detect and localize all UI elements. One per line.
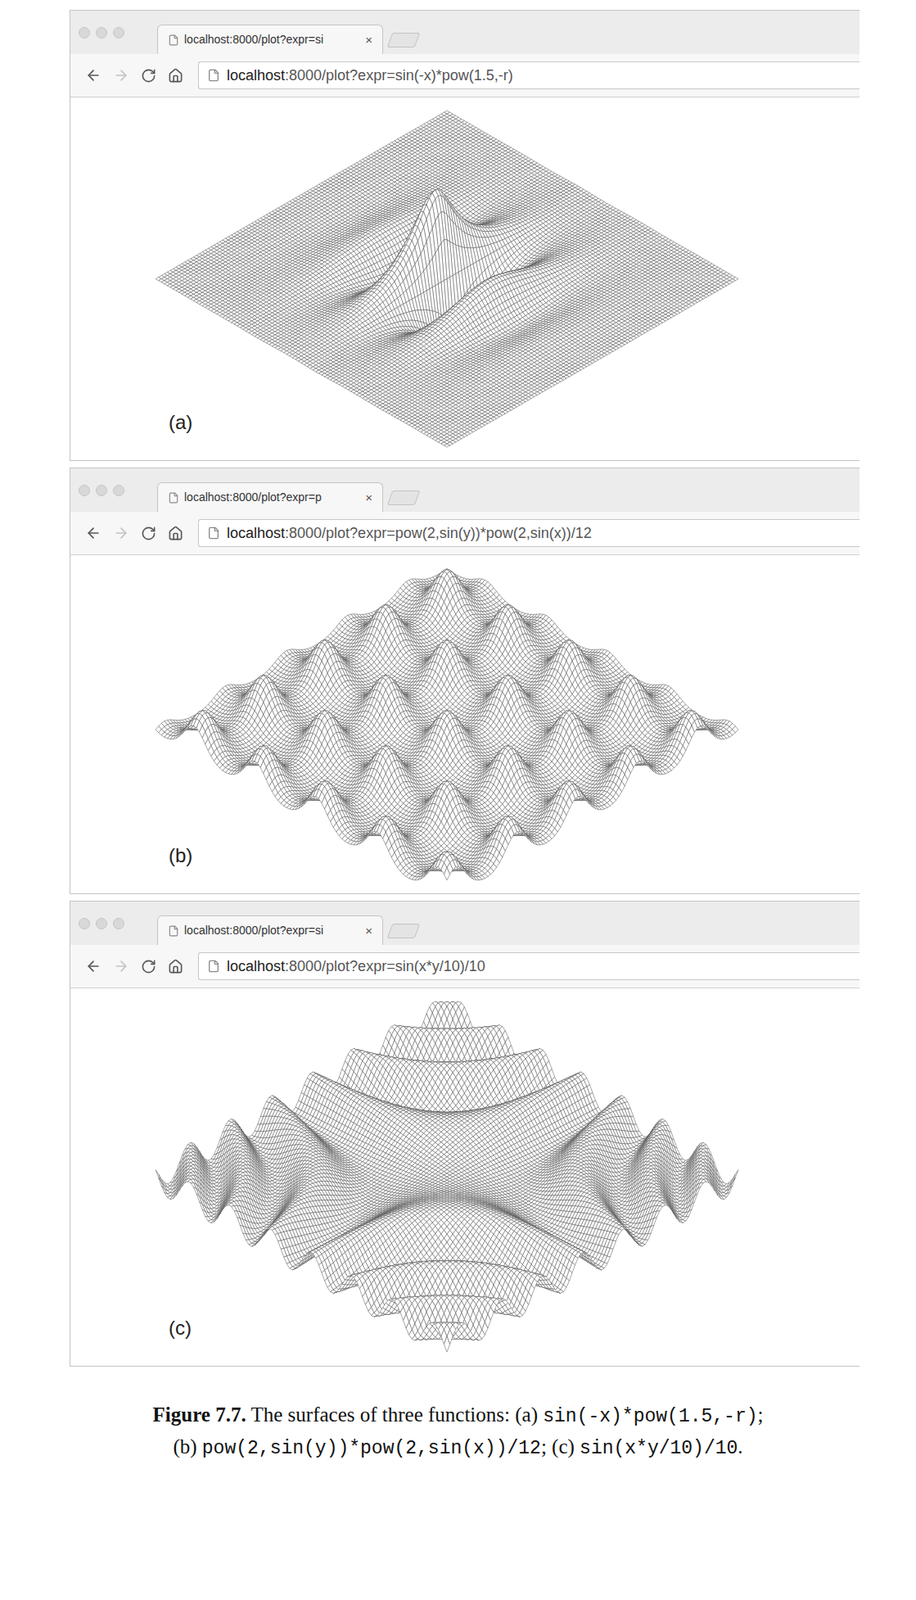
tab-close[interactable]: × [365, 33, 373, 46]
toolbar: localhost:8000/plot?expr=sin(-x)*pow(1.5… [70, 54, 860, 98]
figure-page: localhost:8000/plot?expr=si×localhost:80… [0, 0, 916, 1600]
forward-icon[interactable] [112, 67, 130, 84]
tab-title: localhost:8000/plot?expr=si [184, 31, 361, 49]
screenshots: localhost:8000/plot?expr=si×localhost:80… [69, 9, 860, 1367]
address-host: localhost [226, 67, 285, 84]
page-content: (a) [70, 97, 860, 461]
page-icon [207, 68, 221, 82]
address-text: localhost:8000/plot?expr=sin(-x)*pow(1.5… [226, 64, 514, 87]
tab-strip: localhost:8000/plot?expr=si × [70, 10, 860, 55]
browser-tab[interactable]: localhost:8000/plot?expr=si × [157, 24, 384, 55]
page-icon [167, 34, 180, 46]
minimize-dot[interactable] [95, 27, 108, 39]
address-bar[interactable]: localhost:8000/plot?expr=sin(-x)*pow(1.5… [198, 61, 860, 90]
window-controls [78, 27, 125, 39]
back-icon[interactable] [85, 67, 102, 84]
new-tab-button[interactable] [387, 32, 421, 48]
address-path: :8000/plot?expr=sin(-x)*pow(1.5,-r) [284, 67, 514, 84]
browser-window: localhost:8000/plot?expr=si×localhost:80… [69, 9, 860, 461]
close-dot[interactable] [78, 27, 91, 39]
zoom-dot[interactable] [112, 27, 125, 39]
surface-plot [152, 107, 742, 451]
reload-icon[interactable] [140, 67, 157, 84]
home-icon[interactable] [167, 67, 184, 84]
